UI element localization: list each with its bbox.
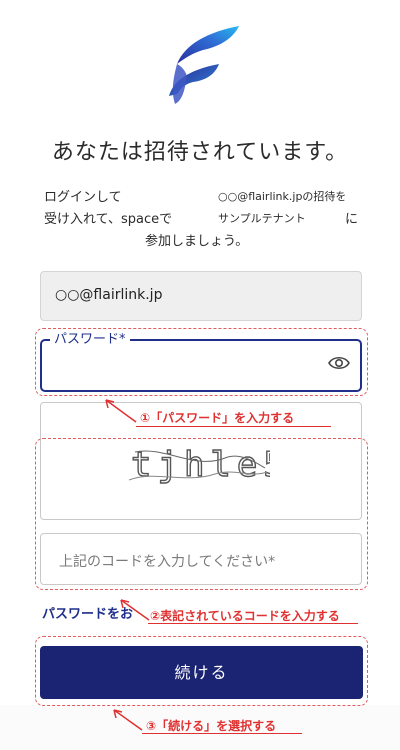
intro-line2-start: 受け入れて、spaceで xyxy=(44,212,173,227)
flairlink-logo-icon xyxy=(169,26,239,104)
annotation-box-continue xyxy=(35,636,368,706)
inviter-email: ○○@flairlink.jpの招待を xyxy=(218,190,347,203)
intro-line2-end: に xyxy=(345,212,359,227)
annotation-step3: ③「続ける」を選択する xyxy=(146,719,277,733)
intro-line1-start: ログインして xyxy=(44,190,122,205)
annotation-box-password xyxy=(35,328,368,396)
intro-line3: 参加しましょう。 xyxy=(145,234,249,249)
annotation-step2: ②表記されているコードを入力する xyxy=(150,609,340,623)
tenant-name: サンプルテナント xyxy=(218,212,306,225)
annotation-arrow-2 xyxy=(120,599,150,621)
annotation-arrow-1 xyxy=(105,399,137,423)
annotation-arrow-3 xyxy=(113,709,143,731)
page-title: あなたは招待されています。 xyxy=(51,140,349,165)
annotation-step1: ①「パスワード」を入力する xyxy=(140,411,295,425)
annotation-box-code xyxy=(35,438,368,590)
email-field: ○○@flairlink.jp xyxy=(40,271,362,321)
annotation-underline-1 xyxy=(136,426,331,427)
email-value: ○○@flairlink.jp xyxy=(55,287,163,303)
